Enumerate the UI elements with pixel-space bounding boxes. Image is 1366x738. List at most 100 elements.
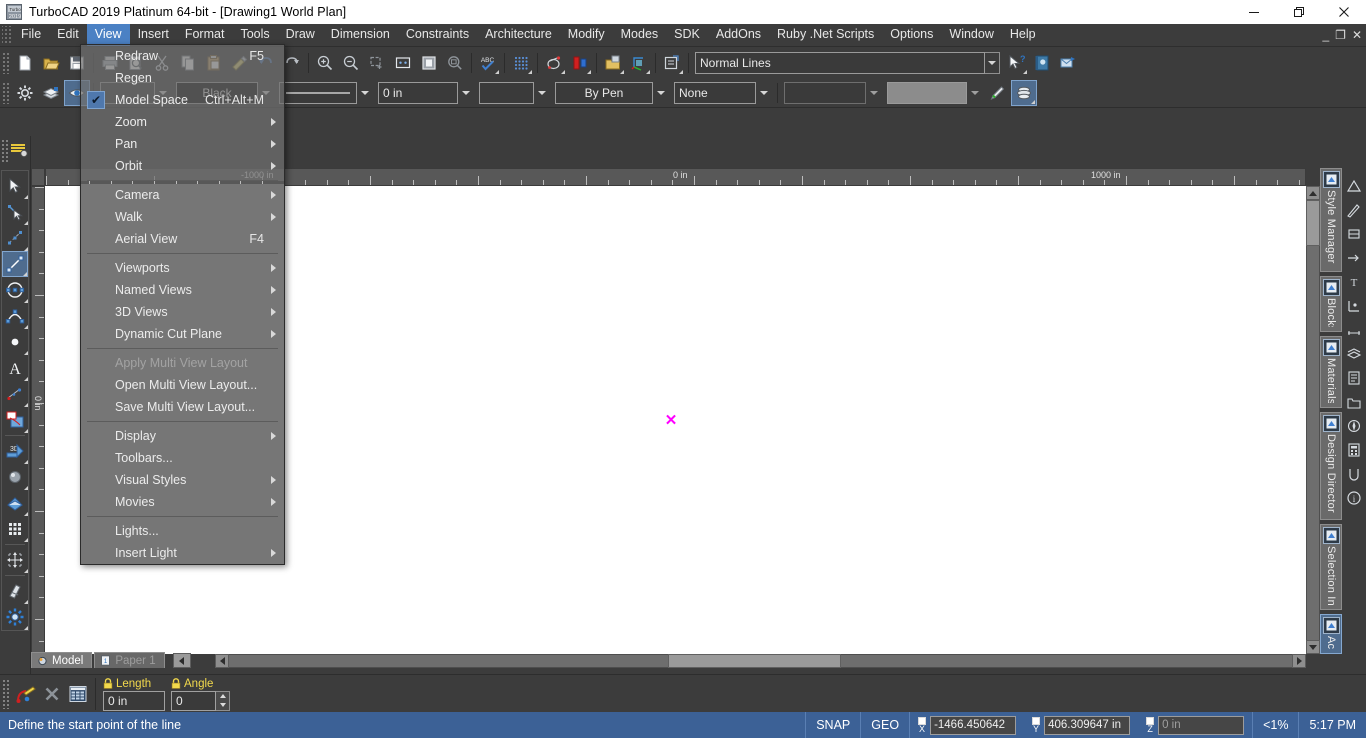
toolbar-grip[interactable] — [2, 81, 10, 104]
mail-icon[interactable] — [1055, 50, 1081, 76]
pen-style-icon[interactable] — [1343, 198, 1365, 222]
properties-panel-icon[interactable] — [1343, 366, 1365, 390]
info-icon[interactable]: i — [1343, 486, 1365, 510]
spinner-up-icon[interactable] — [216, 691, 229, 701]
snap-apply-icon[interactable] — [12, 680, 40, 708]
menu-view[interactable]: View — [86, 24, 130, 46]
geo-indicator[interactable]: GEO — [860, 712, 909, 738]
fill-combo-value[interactable] — [887, 81, 967, 104]
snap-indicator[interactable]: SNAP — [805, 712, 860, 738]
properties-icon[interactable] — [659, 50, 685, 76]
ucs-icon[interactable] — [626, 50, 652, 76]
minimize-icon[interactable] — [1231, 0, 1276, 24]
zoom-previous-icon[interactable] — [442, 50, 468, 76]
view-menu-item-toolbars[interactable]: Toolbars... — [81, 447, 284, 469]
calculator-icon[interactable] — [1343, 438, 1365, 462]
view-menu-item-dynamic-cut-plane[interactable]: Dynamic Cut Plane — [81, 323, 284, 345]
grid-table-icon[interactable] — [64, 680, 92, 708]
menu-ruby-net-scripts[interactable]: Ruby .Net Scripts — [769, 24, 882, 46]
scroll-right-button[interactable] — [1292, 654, 1306, 668]
view-menu-item-3d-views[interactable]: 3D Views — [81, 301, 284, 323]
select-arrow-icon[interactable] — [2, 173, 28, 199]
view-menu-dropdown[interactable]: Redraw F5 Regen ✔ Model Space Ctrl+Alt+M Zoom P… — [80, 44, 285, 565]
zoom-extents-icon[interactable] — [390, 50, 416, 76]
coordinate-icon[interactable] — [1343, 294, 1365, 318]
horizontal-scrollbar[interactable] — [215, 654, 1306, 668]
view-menu-item-aerial-view[interactable]: Aerial View F4 — [81, 228, 284, 250]
hatch-combo[interactable]: None — [674, 81, 771, 104]
vertical-ruler[interactable]: 0 in — [31, 186, 45, 654]
layers-icon[interactable] — [38, 80, 64, 106]
brush-style-icon[interactable] — [1343, 222, 1365, 246]
dock-panel-selection-info[interactable]: Selection Info — [1320, 524, 1342, 610]
grid-array-icon[interactable] — [2, 516, 28, 542]
point-edit-icon[interactable] — [2, 225, 28, 251]
view-menu-item-viewports[interactable]: Viewports — [81, 257, 284, 279]
view-menu-item-zoom[interactable]: Zoom — [81, 111, 284, 133]
compass-icon[interactable] — [1343, 414, 1365, 438]
menu-tools[interactable]: Tools — [232, 24, 277, 46]
move-transform-icon[interactable] — [2, 547, 28, 573]
render-icon[interactable] — [541, 50, 567, 76]
angle-spinner[interactable] — [216, 690, 230, 711]
menu-modes[interactable]: Modes — [613, 24, 667, 46]
left-toolbar-grip[interactable] — [1, 139, 9, 163]
view-menu-item-orbit[interactable]: Orbit — [81, 155, 284, 177]
snap-modes-icon[interactable] — [1343, 174, 1365, 198]
fill-combo-arrow[interactable] — [967, 82, 982, 104]
length-input[interactable]: 0 in — [103, 690, 165, 711]
dimension-style-icon[interactable] — [1343, 318, 1365, 342]
linestyle-combo-arrow[interactable] — [357, 82, 372, 104]
dock-panel-ac[interactable]: Ac — [1320, 614, 1342, 654]
dock-panel-style-manager[interactable]: Style Manager — [1320, 168, 1342, 272]
horizontal-scroll-thumb[interactable] — [668, 654, 841, 668]
view-menu-item-camera[interactable]: Camera — [81, 184, 284, 206]
arc-tool-icon[interactable] — [2, 303, 28, 329]
coord-bar-grip[interactable] — [2, 678, 10, 709]
cancel-icon[interactable] — [40, 680, 64, 708]
restore-icon[interactable] — [1276, 0, 1321, 24]
context-help-icon[interactable]: ? — [1003, 50, 1029, 76]
lineweight-combo[interactable]: 0 in — [378, 81, 473, 104]
library-panel-icon[interactable] — [1343, 390, 1365, 414]
style-combo-value[interactable]: Normal Lines — [695, 52, 985, 74]
toolbar-grip[interactable] — [2, 52, 10, 74]
view-menu-item-visual-styles[interactable]: Visual Styles — [81, 469, 284, 491]
view-menu-item-lights[interactable]: Lights... — [81, 520, 284, 542]
lock-icon[interactable] — [171, 678, 181, 689]
scroll-up-button[interactable] — [1306, 186, 1320, 200]
style-combo[interactable]: Normal Lines — [695, 52, 1000, 74]
x-coordinate-value[interactable]: -1466.450642 — [930, 715, 1017, 735]
penstyle-combo-value[interactable] — [479, 81, 534, 104]
z-coordinate-box[interactable]: Z 0 in — [1138, 712, 1252, 738]
textstyle-combo-value[interactable] — [784, 81, 866, 104]
view-menu-item-open-multi-view-layout[interactable]: Open Multi View Layout... — [81, 374, 284, 396]
hatch-combo-value[interactable]: None — [674, 81, 756, 104]
menu-drag-grip[interactable] — [2, 26, 11, 44]
text-tool-icon[interactable]: A — [2, 355, 28, 381]
brushstyle-combo[interactable]: By Pen — [555, 81, 668, 104]
view-menu-item-save-multi-view-layout[interactable]: Save Multi View Layout... — [81, 396, 284, 418]
magnet-snap-icon[interactable] — [1343, 462, 1365, 486]
point-tool-icon[interactable] — [2, 329, 28, 355]
x-coordinate-box[interactable]: X -1466.450642 — [909, 712, 1024, 738]
view-menu-item-pan[interactable]: Pan — [81, 133, 284, 155]
textstyle-combo[interactable] — [784, 81, 881, 104]
dimension-icon[interactable] — [2, 381, 28, 407]
close-icon[interactable] — [1321, 0, 1366, 24]
zoom-page-icon[interactable] — [416, 50, 442, 76]
dock-panel-blocks[interactable]: Blocks — [1320, 276, 1342, 332]
menu-edit[interactable]: Edit — [49, 24, 87, 46]
view-menu-item-model-space[interactable]: ✔ Model Space Ctrl+Alt+M — [81, 89, 284, 111]
menu-file[interactable]: File — [13, 24, 49, 46]
select-node-icon[interactable] — [2, 199, 28, 225]
eyedropper-pen-icon[interactable] — [985, 80, 1011, 106]
view-menu-item-regen[interactable]: Regen — [81, 67, 284, 89]
view-menu-item-redraw[interactable]: Redraw F5 — [81, 45, 284, 67]
menu-help[interactable]: Help — [1002, 24, 1044, 46]
menu-draw[interactable]: Draw — [278, 24, 323, 46]
penstyle-combo-arrow[interactable] — [534, 82, 549, 104]
new-file-icon[interactable] — [12, 50, 38, 76]
settings-tool-icon[interactable] — [2, 604, 28, 630]
zoom-window-icon[interactable] — [364, 50, 390, 76]
